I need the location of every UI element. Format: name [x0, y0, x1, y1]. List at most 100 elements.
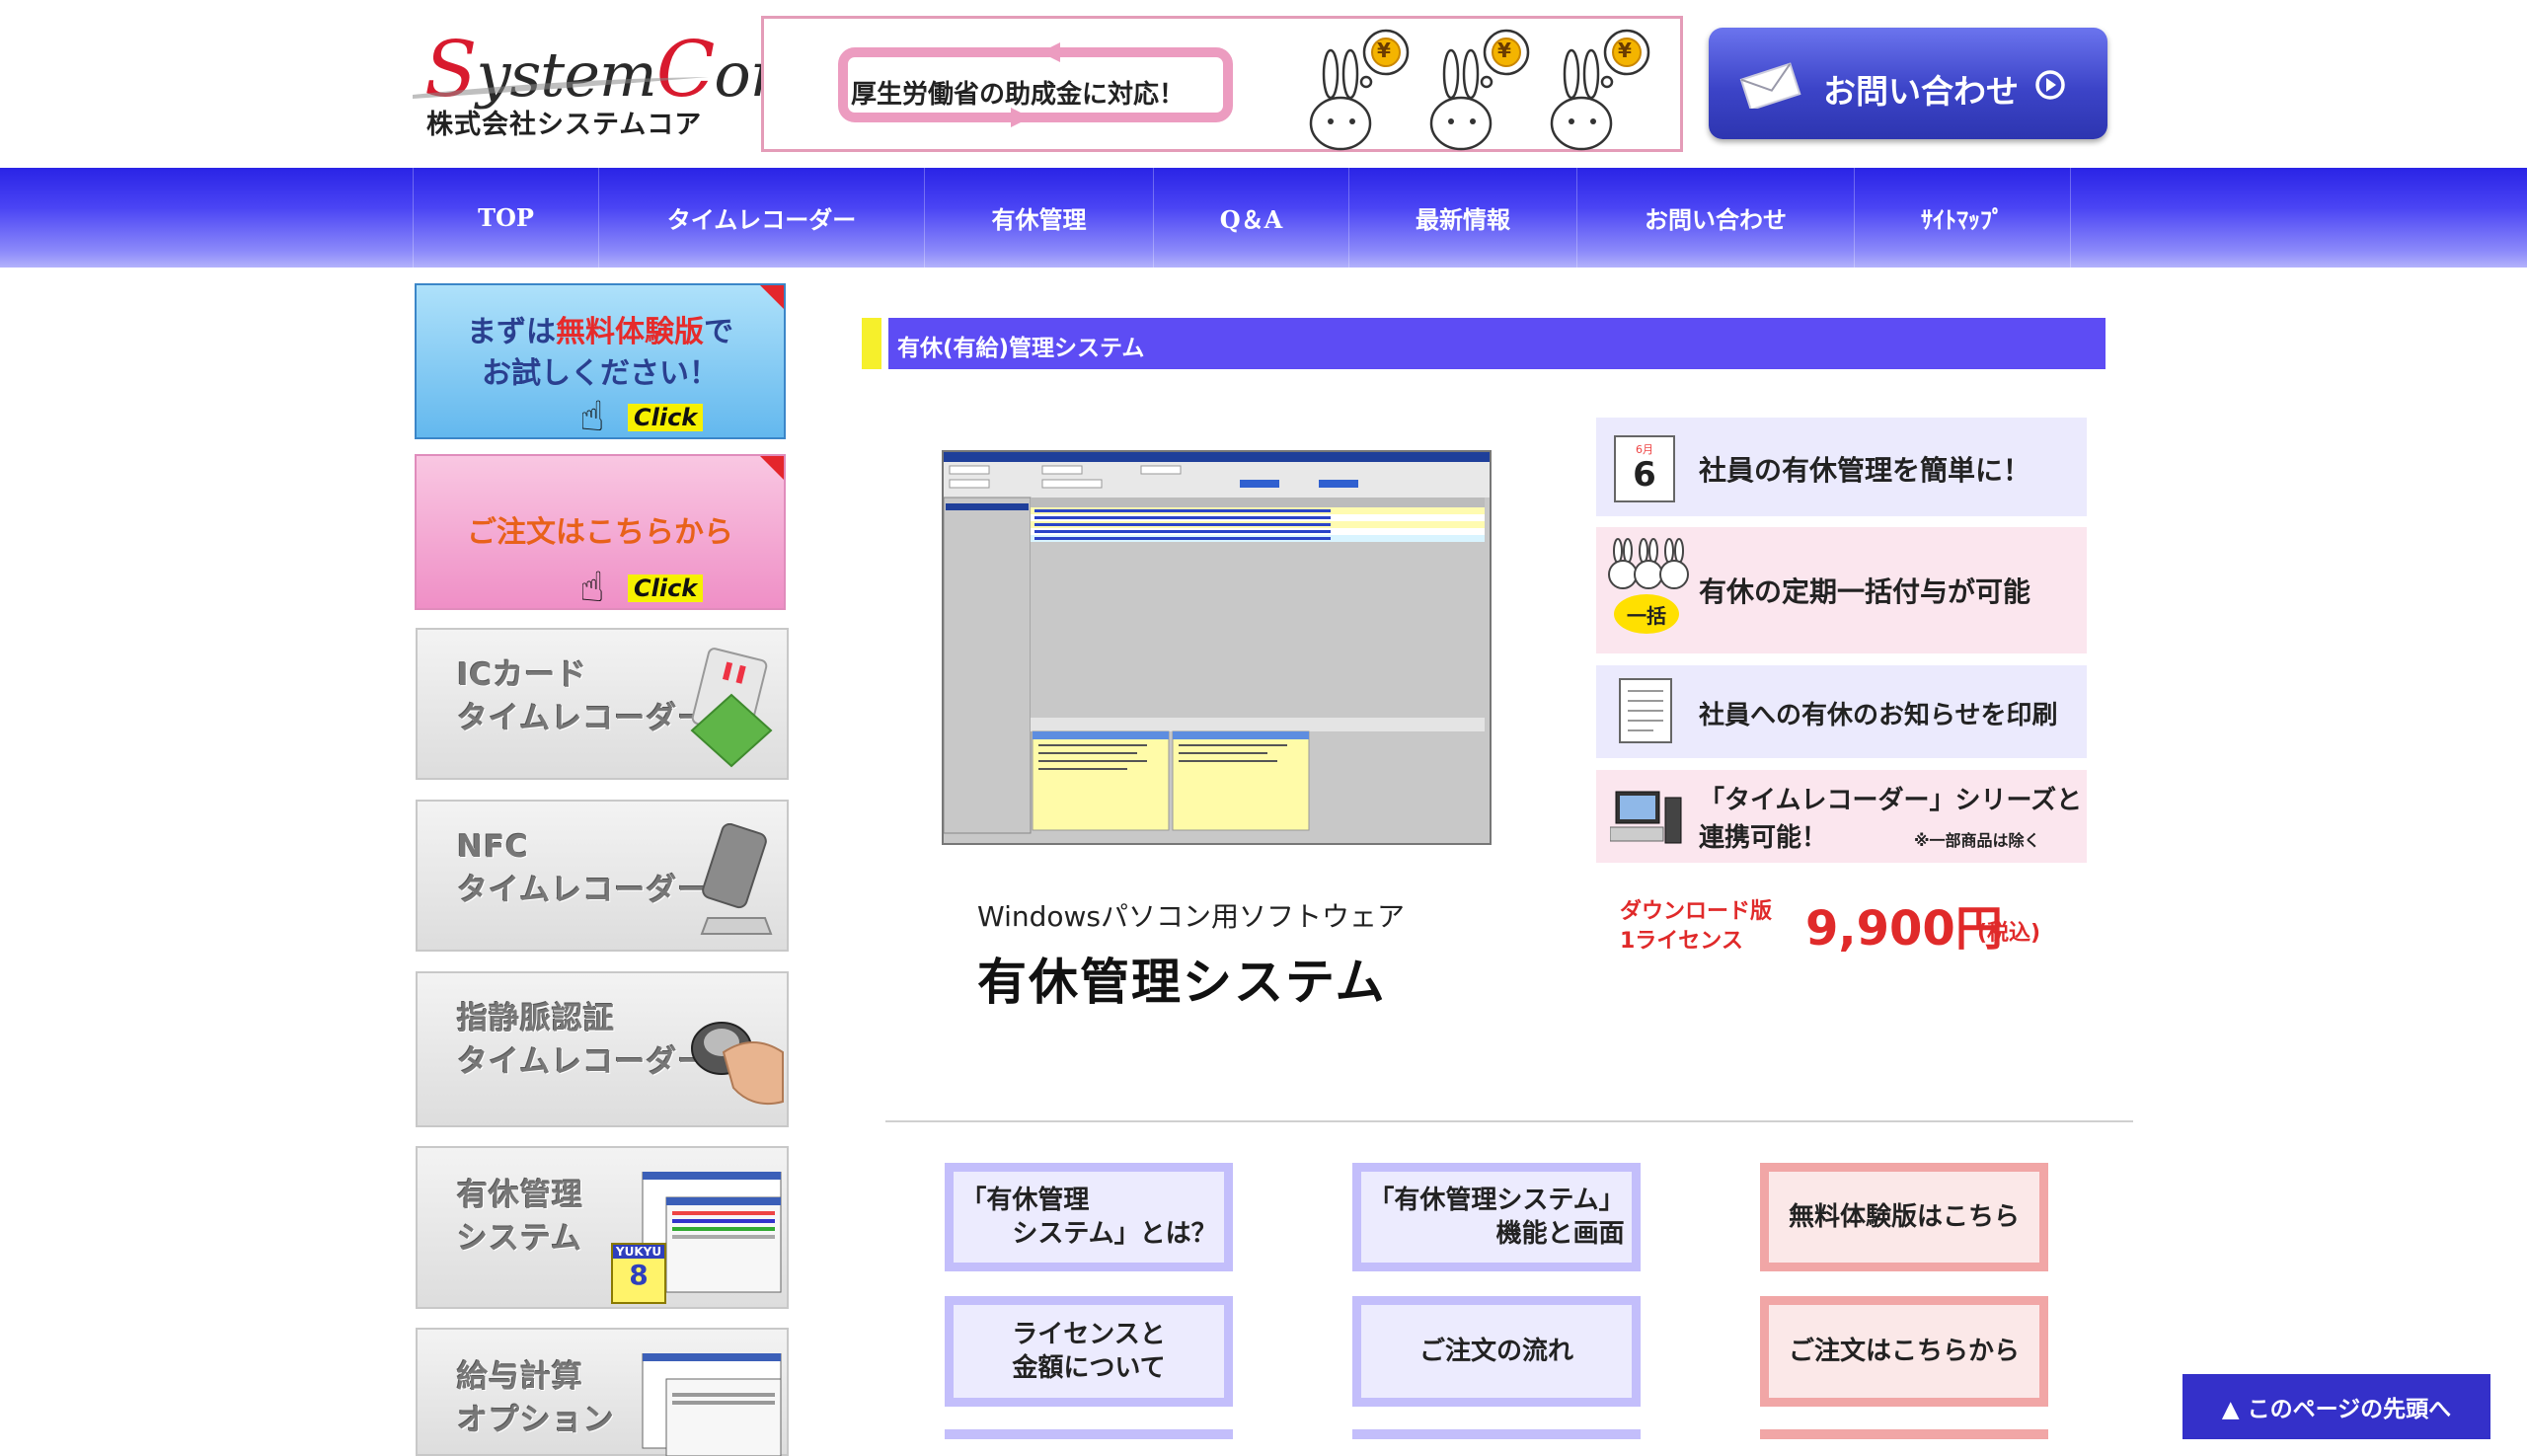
company-logo[interactable]: SystemCore 株式会社システムコア: [403, 26, 814, 144]
sidebar-item-payroll-line2: オプション: [457, 1403, 615, 1438]
logo-swoosh-icon: [413, 77, 709, 99]
click-tag: Click: [628, 404, 704, 431]
calendar-day: 6: [1633, 455, 1656, 495]
free-trial-line1: まずは無料体験版で: [467, 315, 733, 349]
sidebar-item-leave-system-line2: システム: [457, 1221, 583, 1257]
features-screens-button[interactable]: 「有休管理システム」 機能と画面: [1352, 1163, 1641, 1271]
order-button[interactable]: ご注文はこちらから: [1760, 1296, 2048, 1407]
banner-text: 厚生労働省の助成金に対応！: [851, 80, 1186, 110]
order-flow-button-label: ご注文の流れ: [1418, 1337, 1573, 1366]
section-title-bar: 有休(有給)管理システム: [862, 318, 2106, 369]
sidebar-item-nfc-line1: NFC: [457, 829, 529, 865]
envelope-icon: [1739, 62, 1801, 109]
product-caption: Windowsパソコン用ソフトウェア 有休管理システム: [977, 895, 1405, 1014]
sidebar-item-nfc-line2: タイムレコーダー: [457, 873, 710, 908]
sidebar-item-finger-vein-line2: タイムレコーダー: [457, 1044, 710, 1080]
order-banner-label: ご注文はこちらから: [467, 515, 733, 550]
link-button-partial[interactable]: [1760, 1429, 2048, 1439]
ic-card-reader-icon: [690, 648, 773, 768]
logo-wordmark: SystemCore: [424, 26, 814, 115]
yukyu-8-badge-label: YUKYU: [613, 1245, 664, 1259]
sidebar-item-payroll[interactable]: 給与計算 オプション: [416, 1328, 789, 1456]
pointer-hand-icon: ☝: [579, 563, 605, 611]
nfc-reader-icon: [700, 823, 773, 935]
features-screens-button-label: 「有休管理システム」 機能と画面: [1368, 1186, 1625, 1249]
coin-yen-3: ¥: [1618, 38, 1632, 62]
feature-print-notice: 社員への有休のお知らせを印刷: [1596, 665, 2087, 758]
yukyu-8-badge-number: 8: [629, 1259, 649, 1291]
sidebar-item-leave-system[interactable]: 有休管理 システム YUKYU 8: [416, 1146, 789, 1309]
feature-bulk-grant: 一括 有休の定期一括付与が可能: [1596, 527, 2087, 653]
feature-bulk-grant-text: 有休の定期一括付与が可能: [1699, 575, 2031, 608]
nav-item-qa[interactable]: Q＆A: [1153, 168, 1348, 268]
finger-vein-scanner-icon: [691, 1022, 784, 1106]
contact-button-label: お問い合わせ: [1823, 72, 2019, 111]
rabbits-icon: [1608, 538, 1689, 589]
global-nav: TOP タイムレコーダー 有休管理 Q＆A 最新情報 お問い合わせ ｻｲﾄﾏｯﾌ…: [0, 168, 2527, 268]
content-divider: [885, 1120, 2133, 1122]
contact-button[interactable]: お問い合わせ: [1709, 28, 2107, 139]
nav-item-news[interactable]: 最新情報: [1348, 168, 1576, 268]
bulk-starburst-icon: 一括: [1614, 594, 1679, 634]
coin-yen-1: ¥: [1377, 38, 1391, 62]
section-title-accent: [862, 318, 881, 369]
sidebar-item-ic-card-line1: ICカード: [457, 657, 588, 693]
free-trial-button-label: 無料体験版はこちら: [1788, 1202, 2020, 1232]
payroll-screens-icon: [642, 1353, 782, 1456]
feature-timerecorder-link-line1: 「タイムレコーダー」シリーズと: [1699, 786, 2083, 815]
corner-mark: [760, 456, 784, 480]
link-button-partial[interactable]: [945, 1429, 1233, 1439]
feature-exception-note: ※一部商品は除く: [1914, 831, 2040, 850]
feature-timerecorder-link: 「タイムレコーダー」シリーズと 連携可能！ ※一部商品は除く: [1596, 770, 2087, 863]
about-system-button-label: 「有休管理 システム」とは？: [960, 1186, 1217, 1249]
click-tag: Click: [628, 575, 704, 602]
sidebar-item-leave-system-line1: 有休管理: [457, 1178, 583, 1213]
free-trial-banner[interactable]: まずは無料体験版で お試しください！ ☝ Click: [415, 283, 786, 440]
free-trial-button[interactable]: 無料体験版はこちら: [1760, 1163, 2048, 1271]
price-label: ダウンロード版 1ライセンス: [1620, 897, 1772, 957]
about-system-button[interactable]: 「有休管理 システム」とは？: [945, 1163, 1233, 1271]
nav-item-top[interactable]: TOP: [413, 168, 598, 268]
corner-mark: [760, 285, 784, 309]
sidebar-item-finger-vein[interactable]: 指静脈認証 タイムレコーダー: [416, 971, 789, 1127]
nav-item-sitemap[interactable]: ｻｲﾄﾏｯﾌﾟ: [1854, 168, 2071, 268]
product-subtitle: Windowsパソコン用ソフトウェア: [977, 900, 1405, 933]
nav-item-time-recorder[interactable]: タイムレコーダー: [598, 168, 924, 268]
yukyu-8-badge: YUKYU 8: [611, 1243, 666, 1304]
price-tax-note: (税込): [1977, 921, 2041, 946]
nav-item-contact[interactable]: お問い合わせ: [1576, 168, 1854, 268]
link-button-partial[interactable]: [1352, 1429, 1641, 1439]
sidebar-item-nfc[interactable]: NFC タイムレコーダー: [416, 800, 789, 952]
product-title: 有休管理システム: [977, 954, 1387, 1011]
sidebar-item-payroll-line1: 給与計算: [457, 1359, 583, 1395]
nav-item-leave-management[interactable]: 有休管理: [924, 168, 1153, 268]
price-value: 9,900円: [1805, 901, 2003, 957]
computer-icon: [1610, 791, 1682, 844]
coin-yen-2: ¥: [1497, 38, 1511, 62]
pointer-hand-icon: ☝: [579, 392, 605, 440]
logo-company-name: 株式会社システムコア: [426, 110, 703, 140]
license-pricing-button-label: ライセンスと 金額について: [1012, 1320, 1166, 1383]
order-button-label: ご注文はこちらから: [1788, 1337, 2020, 1366]
rabbit-mascots-icon: [1309, 29, 1650, 151]
feature-timerecorder-link-line2: 連携可能！: [1699, 823, 1828, 853]
software-screenshot: [942, 450, 1492, 845]
price-label-line1: ダウンロード版: [1620, 899, 1773, 924]
order-flow-button[interactable]: ご注文の流れ: [1352, 1296, 1641, 1407]
sidebar-item-ic-card[interactable]: ICカード タイムレコーダー: [416, 628, 789, 780]
license-pricing-button[interactable]: ライセンスと 金額について: [945, 1296, 1233, 1407]
document-icon: [1619, 678, 1672, 743]
order-banner[interactable]: ご注文はこちらから ☝ Click: [415, 454, 786, 611]
feature-print-notice-text: 社員への有休のお知らせを印刷: [1699, 701, 2058, 730]
free-trial-line2: お試しください！: [482, 356, 719, 391]
software-window-image: [943, 452, 1490, 834]
subsidy-banner[interactable]: 厚生労働省の助成金に対応！ ¥ ¥ ¥: [761, 16, 1683, 152]
sidebar-item-finger-vein-line1: 指静脈認証: [457, 1001, 615, 1036]
feature-easy-management: 6月 6 社員の有休管理を簡単に！: [1596, 418, 2087, 516]
calendar-icon: 6月 6: [1614, 435, 1675, 502]
price-label-line2: 1ライセンス: [1620, 929, 1743, 954]
section-title: 有休(有給)管理システム: [897, 336, 1145, 361]
back-to-top-button[interactable]: ▲ このページの先頭へ: [2182, 1374, 2490, 1439]
price-block: ダウンロード版 1ライセンス 9,900円 (税込): [1620, 893, 2113, 962]
feature-easy-management-text: 社員の有休管理を簡単に！: [1699, 454, 2031, 487]
